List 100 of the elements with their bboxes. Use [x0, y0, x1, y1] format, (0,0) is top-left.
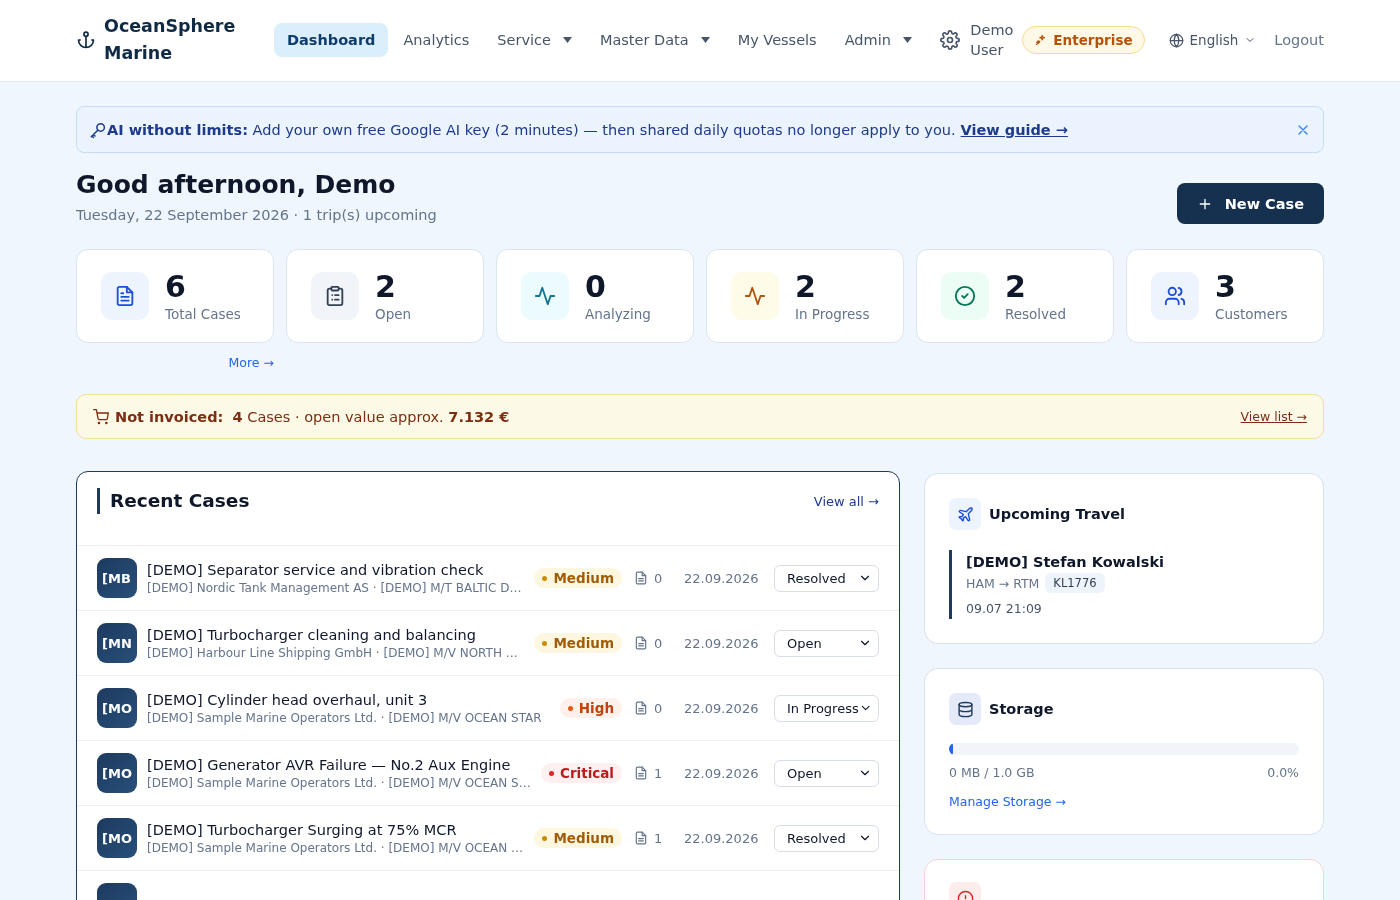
file-count: 0 — [654, 635, 663, 651]
logout-link[interactable]: Logout — [1274, 32, 1324, 48]
guide-link[interactable]: View guide → — [960, 121, 1068, 138]
case-date: 22.09.2026 — [684, 635, 760, 651]
new-case-button[interactable]: New Case — [1176, 183, 1324, 224]
stat-card[interactable]: 3 Customers — [1126, 249, 1324, 343]
flight-number: KL1776 — [1045, 573, 1105, 593]
case-date: 22.09.2026 — [684, 570, 760, 586]
card-title: Recent Cases — [97, 488, 250, 514]
case-date: 22.09.2026 — [684, 700, 760, 716]
nav-tab[interactable]: Service — [484, 23, 585, 57]
pulse-icon — [744, 285, 766, 307]
greeting-subtitle: Tuesday, 22 September 2026 · 1 trip(s) upcoming — [76, 207, 437, 223]
file-count: 1 — [654, 765, 663, 781]
case-row[interactable]: [MO [DEMO] Turbocharger Surging at 75% MCR [DEMO] Sample Marine Operators Ltd. · [DEMO] M/V OCEAN … Medium 1 22.09.2026 Resolved — [77, 806, 899, 871]
language-select[interactable]: English — [1164, 28, 1261, 52]
priority-badge: Critical — [541, 763, 622, 783]
plan-badge: Enterprise — [1022, 26, 1145, 54]
stat-label: Resolved — [1005, 306, 1066, 322]
status-select[interactable]: Open — [774, 629, 879, 657]
case-row[interactable]: [MO [DEMO] Cylinder head overhaul, unit 3 [DEMO] Sample Marine Operators Ltd. · [DEMO] M/V OCEAN STAR High 0 22.09.2026 In Progress — [77, 676, 899, 741]
status-select[interactable]: Resolved — [774, 824, 879, 852]
stat-value: 3 — [1215, 270, 1237, 304]
case-avatar: [MB — [97, 558, 137, 598]
stat-card[interactable]: 2 Open — [286, 249, 484, 343]
card-title: Upcoming Travel — [989, 506, 1126, 522]
case-avatar: [MO — [97, 818, 137, 858]
greeting-title: Good afternoon, Demo — [76, 170, 397, 200]
case-row[interactable]: [MO [DEMO] Generator AVR Failure — No.2 Aux Engine [DEMO] Sample Marine Operators Ltd. · [DEMO] M/V OCEAN S… Critical 1 22.09.2026 Open — [77, 741, 899, 806]
stat-label: In Progress — [795, 306, 870, 322]
stat-value: 2 — [795, 270, 817, 304]
stat-card[interactable]: 2 Resolved — [916, 249, 1114, 343]
priority-badge: Medium — [534, 633, 622, 653]
anchor-icon — [76, 30, 96, 50]
case-row[interactable]: [MB [DEMO] Separator service and vibration check [DEMO] Nordic Tank Management AS · [DEMO] M/T BALTIC D… Medium 0 22.09.2026 Resolved — [77, 546, 899, 611]
case-avatar: [MO — [97, 753, 137, 793]
user-name[interactable]: Demo User — [970, 20, 1015, 60]
cart-icon — [93, 408, 109, 425]
case-title: [DEMO] Turbocharger cleaning and balancing — [147, 626, 477, 643]
card-title: Storage — [989, 701, 1054, 717]
stat-value: 2 — [1005, 270, 1027, 304]
stat-card[interactable]: 0 Analyzing — [496, 249, 694, 343]
file-icon — [634, 701, 648, 715]
case-avatar: [MN — [97, 623, 137, 663]
document-icon — [114, 285, 136, 307]
priority-badge: High — [559, 698, 622, 718]
check-circle-icon — [954, 285, 976, 307]
storage-used: 0 MB / 1.0 GB — [949, 765, 1035, 780]
case-title: [DEMO] Generator AVR Failure — No.2 Aux Engine — [147, 756, 512, 773]
case-avatar: [MO — [97, 688, 137, 728]
stat-value: 6 — [165, 270, 187, 304]
nav-tab[interactable]: Analytics — [390, 23, 483, 57]
users-icon — [1164, 285, 1186, 307]
case-date: 22.09.2026 — [684, 765, 760, 781]
status-select[interactable]: In Progress — [774, 694, 879, 722]
trip-entry[interactable]: [DEMO] Stefan Kowalski HAM → RTM KL1776 09.07 21:09 — [949, 550, 1299, 619]
stat-label: Analyzing — [585, 306, 651, 322]
case-date: 22.09.2026 — [684, 830, 760, 846]
nav-tab[interactable]: Dashboard — [274, 23, 389, 57]
stat-card[interactable]: 6 Total Cases — [76, 249, 274, 343]
stat-label: Customers — [1215, 306, 1288, 322]
case-subtitle: [DEMO] Harbour Line Shipping GmbH · [DEMO] M/V NORTH … — [147, 645, 519, 660]
status-select[interactable]: Open — [774, 759, 879, 787]
file-icon — [634, 636, 648, 650]
more-link[interactable]: More → — [228, 355, 274, 370]
file-icon — [634, 766, 648, 780]
traveler-name: [DEMO] Stefan Kowalski — [966, 554, 1165, 570]
trip-time: 09.07 21:09 — [966, 601, 1043, 616]
stat-card[interactable]: 2 In Progress — [706, 249, 904, 343]
nav-tab[interactable]: Master Data — [586, 23, 723, 57]
stat-label: Total Cases — [165, 306, 241, 322]
nav-tab[interactable]: Admin — [831, 23, 925, 57]
settings-icon — [940, 30, 961, 50]
globe-icon — [1168, 32, 1184, 48]
pulse-icon — [534, 285, 556, 307]
case-row[interactable]: [MN [DEMO] Turbocharger cleaning and balancing [DEMO] Harbour Line Shipping GmbH · [DEMO] M/V NORTH … Medium 0 22.09.2026 Open — [77, 611, 899, 676]
storage-percent: 0.0% — [1267, 765, 1299, 780]
key-icon — [89, 120, 107, 139]
case-subtitle: [DEMO] Sample Marine Operators Ltd. · [DEMO] M/V OCEAN S… — [147, 775, 531, 790]
view-list-link[interactable]: View list → — [1240, 409, 1307, 424]
case-title: [DEMO] Separator service and vibration check — [147, 561, 485, 578]
nav-tab[interactable]: My Vessels — [724, 23, 830, 57]
database-icon — [956, 700, 974, 718]
trip-route: HAM → RTM — [966, 575, 1040, 591]
case-subtitle: [DEMO] Nordic Tank Management AS · [DEMO] M/T BALTIC D… — [147, 580, 523, 595]
brand-name[interactable]: OceanSphere Marine — [104, 13, 238, 67]
status-select[interactable]: Resolved — [774, 564, 879, 592]
file-icon — [634, 831, 648, 845]
priority-badge: Medium — [534, 828, 622, 848]
banner-text: AI without limits: Add your own free Google AI key (2 minutes) — then shared daily quotas no longer apply to you. — [107, 121, 956, 138]
priority-badge: Medium — [534, 568, 622, 588]
plane-icon — [956, 505, 974, 523]
stat-label: Open — [375, 306, 412, 322]
stat-value: 0 — [585, 270, 607, 304]
manage-storage-link[interactable]: Manage Storage → — [949, 794, 1066, 809]
file-count: 1 — [654, 830, 663, 846]
case-subtitle: [DEMO] Sample Marine Operators Ltd. · [DEMO] M/V OCEAN STAR — [147, 710, 543, 725]
file-count: 0 — [654, 570, 663, 586]
view-all-link[interactable]: View all → — [813, 494, 879, 509]
stat-value: 2 — [375, 270, 397, 304]
